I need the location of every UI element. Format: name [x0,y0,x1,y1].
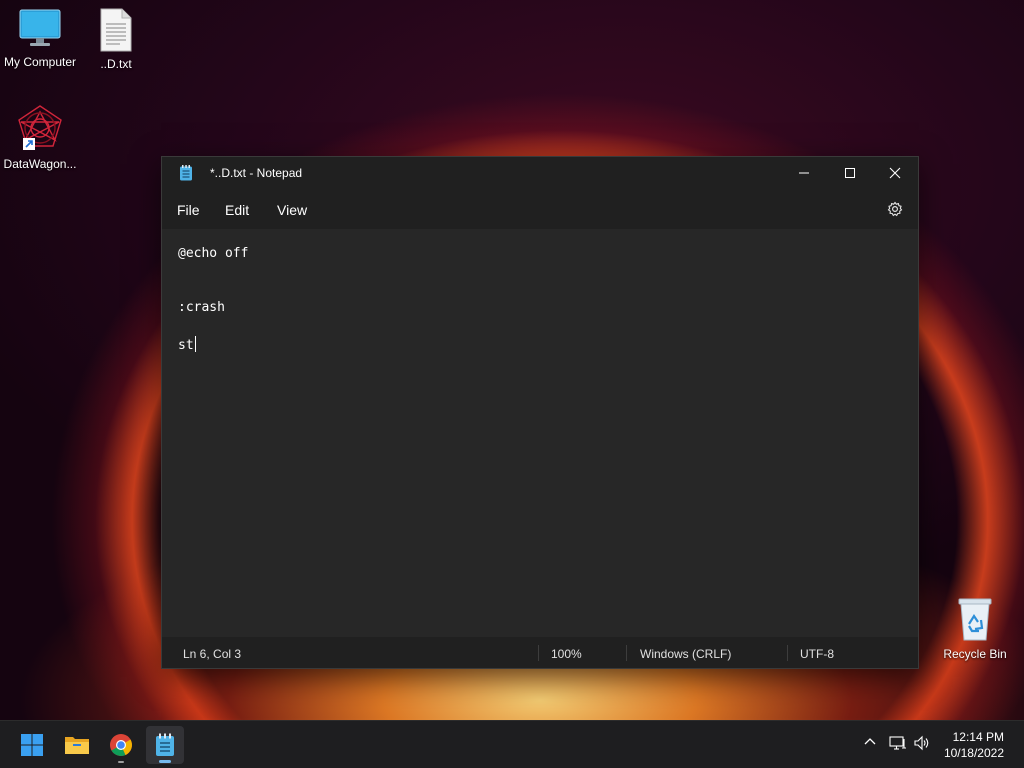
desktop-icon-label: DataWagon... [3,157,77,171]
encoding[interactable]: UTF-8 [800,647,834,661]
close-button[interactable] [872,157,918,189]
network-button[interactable] [889,735,907,756]
desktop-icon-label: ..D.txt [100,57,132,71]
editor-line-text: st [178,338,194,353]
running-indicator [118,761,124,763]
title-bar[interactable]: *..D.txt - Notepad [162,157,918,189]
editor-line: :crash [178,300,225,315]
show-hidden-icons-button[interactable] [863,735,877,754]
desktop: My Computer ..D.txt DataWagon... Recycle… [0,0,1024,720]
minimize-icon [799,172,809,174]
clock-time: 12:14 PM [952,730,1004,744]
clock-date: 10/18/2022 [943,746,1004,760]
network-icon [889,736,906,750]
datawagon-icon [18,105,62,150]
desktop-icon-my-computer[interactable]: My Computer [0,8,80,69]
status-divider [787,645,788,661]
maximize-icon [845,168,855,178]
window-title: *..D.txt - Notepad [210,166,303,180]
file-explorer-icon [65,737,89,754]
desktop-icon-recycle-bin[interactable]: Recycle Bin [935,596,1015,661]
taskbar-notepad[interactable] [146,726,184,764]
desktop-icon-label: My Computer [3,55,77,69]
status-divider [626,645,627,661]
menu-edit[interactable]: Edit [225,202,249,218]
minimize-button[interactable] [781,157,827,189]
editor-line: @echo off [178,246,249,261]
taskbar: 12:14 PM 10/18/2022 [0,720,1024,768]
text-editor[interactable]: @echo off :crash st [162,229,918,637]
active-indicator [159,760,171,763]
close-icon [889,167,901,179]
menu-view[interactable]: View [277,202,307,218]
recycle-bin-icon [958,598,992,641]
start-icon [21,734,43,756]
text-caret [194,336,196,352]
system-clock[interactable]: 12:14 PM 10/18/2022 [944,729,1004,761]
desktop-icon-label: Recycle Bin [943,647,1007,661]
notepad-icon [156,733,174,756]
notepad-app-icon [179,165,193,186]
line-ending[interactable]: Windows (CRLF) [640,647,731,661]
menu-file[interactable]: File [177,202,200,218]
computer-icon [19,9,61,46]
menu-bar: File Edit View [162,189,918,229]
maximize-button[interactable] [827,157,873,189]
gear-icon [887,201,903,217]
speaker-icon [914,735,929,751]
desktop-icon-d-txt[interactable]: ..D.txt [76,8,156,71]
start-button[interactable] [13,726,51,764]
chrome-icon [110,734,132,756]
notepad-window[interactable]: *..D.txt - Notepad File Edit View @echo … [161,156,919,669]
taskbar-file-explorer[interactable] [58,726,96,764]
editor-line-current: st [178,336,196,353]
zoom-level[interactable]: 100% [551,647,582,661]
status-bar: Ln 6, Col 3 100% Windows (CRLF) UTF-8 [162,637,918,668]
status-divider [538,645,539,661]
chevron-up-icon [864,738,876,745]
cursor-position: Ln 6, Col 3 [183,647,242,661]
volume-button[interactable] [913,735,931,756]
taskbar-chrome[interactable] [102,726,140,764]
settings-button[interactable] [887,201,903,222]
desktop-icon-datawagon[interactable]: DataWagon... [0,104,80,171]
text-file-icon [100,8,132,52]
